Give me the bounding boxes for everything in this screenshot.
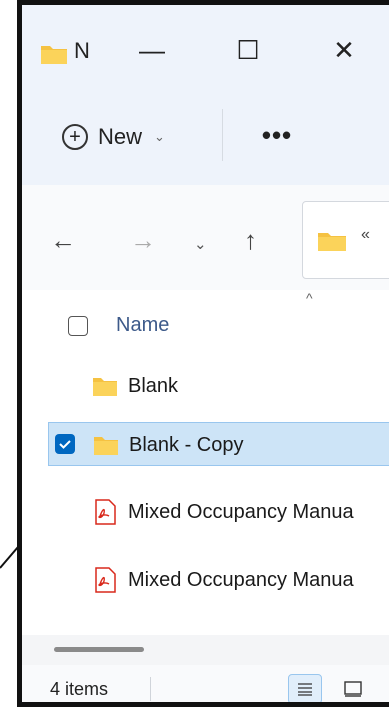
large-icons-view-icon — [344, 681, 362, 697]
command-bar: + New ⌄ ••• — [22, 87, 389, 186]
title-bar: N — ☐ ✕ — [22, 5, 389, 87]
file-explorer-window: N — ☐ ✕ + New ⌄ ••• ← → ⌄ ↑ « ^ Name Bla… — [17, 0, 389, 707]
column-header: Name — [22, 300, 389, 346]
plus-circle-icon: + — [62, 124, 88, 150]
forward-arrow-icon[interactable]: → — [130, 225, 156, 256]
details-view-icon — [298, 683, 312, 696]
details-view-button[interactable] — [288, 674, 322, 702]
recent-locations-chevron-icon[interactable]: ⌄ — [194, 235, 207, 253]
pdf-file-icon — [95, 567, 116, 593]
folder-icon — [93, 378, 117, 396]
horizontal-scrollbar[interactable] — [22, 635, 389, 665]
file-name: Blank — [128, 375, 179, 397]
breadcrumb-overflow-icon[interactable]: « — [361, 226, 370, 244]
toolbar-divider — [222, 109, 223, 161]
new-button-label: New — [98, 124, 143, 149]
window-title: N — [74, 38, 90, 63]
pdf-file-icon — [95, 499, 116, 525]
column-header-name[interactable]: Name — [116, 314, 169, 337]
file-list: ^ Name Blank Blank - Copy Mixed Occupanc… — [22, 290, 389, 635]
new-button[interactable]: + New ⌄ — [62, 113, 165, 161]
select-all-checkbox[interactable] — [68, 316, 88, 336]
large-icons-view-button[interactable] — [336, 674, 370, 702]
folder-icon — [41, 46, 67, 64]
folder-icon — [94, 437, 118, 455]
list-item-selected[interactable]: Blank - Copy — [48, 422, 389, 466]
see-more-button[interactable]: ••• — [247, 115, 307, 155]
list-item[interactable]: Mixed Occupancy Manua — [22, 558, 389, 602]
address-bar[interactable]: « — [302, 201, 389, 279]
up-arrow-icon[interactable]: ↑ — [244, 225, 257, 256]
list-item[interactable]: Mixed Occupancy Manua — [22, 490, 389, 534]
back-arrow-icon[interactable]: ← — [50, 225, 76, 256]
item-count: 4 items — [50, 679, 109, 699]
file-name: Blank - Copy — [129, 434, 244, 456]
close-button[interactable]: ✕ — [314, 25, 374, 75]
list-item[interactable]: Blank — [22, 364, 389, 408]
status-bar: 4 items — [22, 665, 389, 702]
scrollbar-thumb[interactable] — [54, 647, 144, 652]
navigation-bar: ← → ⌄ ↑ « — [22, 185, 389, 290]
chevron-down-icon: ⌄ — [154, 129, 165, 144]
file-name: Mixed Occupancy Manua — [128, 569, 354, 591]
minimize-button[interactable]: — — [122, 25, 182, 75]
status-divider — [150, 677, 151, 701]
file-name: Mixed Occupancy Manua — [128, 501, 354, 523]
maximize-button[interactable]: ☐ — [218, 25, 278, 75]
folder-icon — [318, 233, 346, 251]
checkmark-icon[interactable] — [55, 434, 75, 454]
